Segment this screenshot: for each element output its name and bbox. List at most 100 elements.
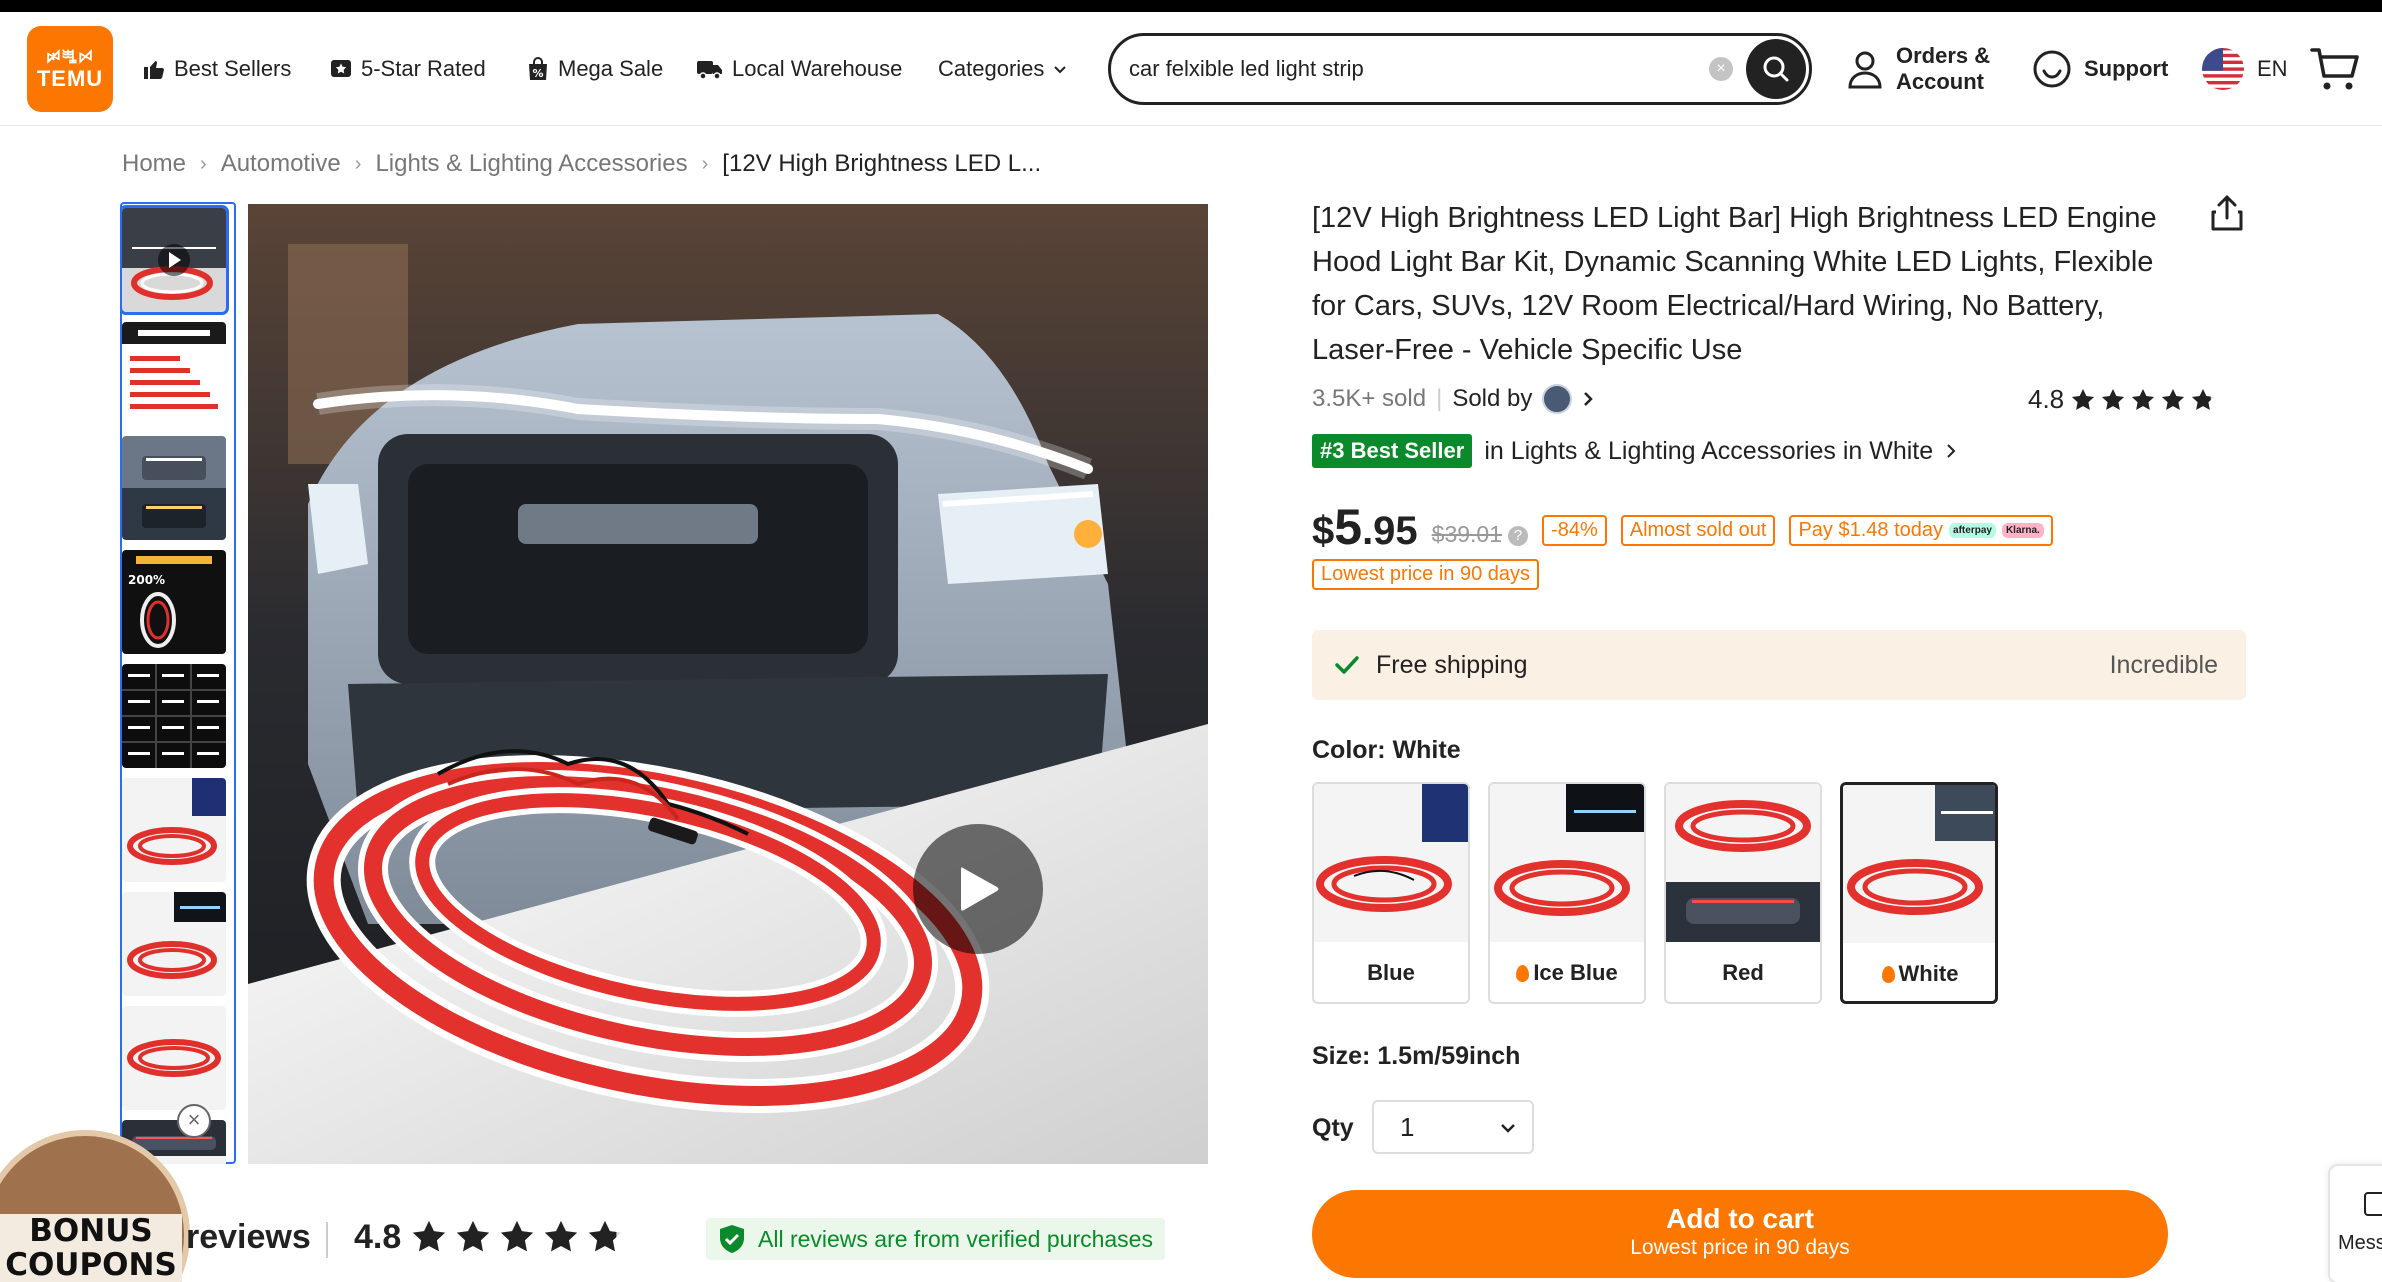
language-selector[interactable]: EN	[2201, 12, 2288, 126]
reviews-score: 4.8	[354, 1218, 402, 1256]
thumbnail-image	[122, 778, 226, 882]
star-icon	[2162, 388, 2185, 410]
star-icon	[2102, 388, 2125, 410]
color-label-prefix: Color:	[1312, 736, 1386, 764]
main-product-image[interactable]	[248, 204, 1208, 1164]
color-option-ice-blue[interactable]: Ice Blue	[1488, 782, 1646, 1004]
original-price: $39.01	[1431, 521, 1503, 547]
thumbnail-color-ice-blue[interactable]	[122, 892, 226, 996]
thumbnail-brightness[interactable]: 200%	[122, 550, 226, 654]
color-name-red: Red	[1722, 960, 1764, 985]
best-seller-row[interactable]: #3 Best Seller in Lights & Lighting Acce…	[1312, 434, 1957, 468]
best-seller-badge: #3 Best Seller	[1312, 434, 1473, 468]
star-icon	[500, 1220, 534, 1252]
shopping-bag-percent-icon: %	[529, 57, 547, 80]
add-to-cart-sublabel: Lowest price in 90 days	[1630, 1236, 1850, 1259]
orders-account[interactable]: Orders & Account	[1846, 12, 1990, 126]
account-label: Account	[1896, 69, 1984, 94]
thumbnail-image	[122, 322, 226, 426]
cart-button[interactable]	[2310, 12, 2360, 126]
current-price: $5.95	[1312, 502, 1418, 554]
verified-text: All reviews are from verified purchases	[758, 1225, 1153, 1252]
quantity-select[interactable]: 1	[1372, 1100, 1534, 1154]
size-value: 1.5m/59inch	[1377, 1042, 1521, 1070]
price-cents: .95	[1362, 509, 1418, 553]
swatch-image	[1314, 784, 1468, 942]
color-name-ice-blue: Ice Blue	[1533, 960, 1618, 985]
chevron-right-icon[interactable]	[1582, 390, 1594, 408]
discount-text: -84%	[1551, 519, 1598, 541]
breadcrumb-automotive[interactable]: Automotive	[221, 150, 341, 178]
discount-tag: -84%	[1542, 515, 1607, 546]
product-rating[interactable]: 4.8	[2028, 384, 2216, 415]
price-whole: 5	[1334, 499, 1363, 555]
color-option-label: Red	[1666, 942, 1820, 1002]
pay-later-tag[interactable]: Pay $1.48 today afterpay Klarna.	[1789, 515, 2053, 546]
thumbnail-video[interactable]	[120, 205, 229, 315]
user-icon	[1848, 51, 1882, 89]
star-icon	[412, 1220, 446, 1252]
thumbnail-image	[122, 1006, 226, 1110]
rating-value: 4.8	[2028, 384, 2065, 414]
messages-tab[interactable]: Mess	[2328, 1164, 2382, 1282]
price-info-icon[interactable]: ?	[1508, 526, 1529, 546]
thumbnail-list: 200%	[120, 202, 236, 1164]
sold-by-label[interactable]: Sold by	[1452, 385, 1532, 413]
pay-today-text: Pay $1.48 today	[1798, 519, 1944, 541]
seller-avatar[interactable]	[1542, 384, 1573, 414]
nav-local-warehouse[interactable]: Local Warehouse	[696, 12, 902, 126]
chevron-right-icon	[1947, 444, 1956, 458]
nav-best-sellers-label: Best Sellers	[174, 56, 292, 81]
star-icon	[456, 1220, 490, 1252]
nav-five-star[interactable]: 5-Star Rated	[329, 12, 486, 126]
thumbnail-strip[interactable]	[122, 1006, 226, 1110]
color-selected-value: White	[1392, 736, 1461, 764]
thumbnail-color-blue[interactable]	[122, 778, 226, 882]
breadcrumb-lights[interactable]: Lights & Lighting Accessories	[375, 150, 687, 178]
nav-mega-sale[interactable]: % Mega Sale	[526, 12, 663, 126]
thumbnail-collage[interactable]	[122, 664, 226, 768]
price-currency: $	[1312, 509, 1335, 553]
share-button[interactable]	[2210, 194, 2244, 237]
close-coupon-icon[interactable]: ×	[177, 1104, 211, 1138]
lowest-price-tag: Lowest price in 90 days	[1312, 559, 1540, 590]
temu-logo[interactable]: ꗰꗀꗯ TEMU	[27, 26, 113, 112]
support-chat-icon	[2033, 50, 2071, 88]
nav-categories[interactable]: Categories	[938, 12, 1068, 126]
shipping-promo-text: Incredible	[2109, 651, 2218, 679]
best-seller-text: in Lights & Lighting Accessories in Whit…	[1484, 436, 1934, 465]
color-option-label: Ice Blue	[1490, 942, 1644, 1002]
logo-wordmark: TEMU	[36, 66, 104, 91]
rating-stars	[2070, 387, 2216, 413]
thumbnail-image	[122, 208, 226, 312]
add-to-cart-button[interactable]: Add to cart Lowest price in 90 days	[1312, 1190, 2168, 1278]
orders-label: Orders &	[1896, 43, 1991, 68]
search-button[interactable]	[1746, 39, 1806, 99]
sold-count: 3.5K+ sold	[1312, 385, 1427, 412]
support-link[interactable]: Support	[2032, 12, 2168, 126]
thumbnail-image	[122, 436, 226, 540]
color-option-blue[interactable]: Blue	[1312, 782, 1470, 1004]
thumbnail-trucks[interactable]	[122, 436, 226, 540]
search-input[interactable]: car felxible led light strip	[1129, 36, 1364, 102]
color-option-white[interactable]: White	[1840, 782, 1998, 1004]
bonus-line1: BONUS	[29, 1213, 153, 1249]
klarna-logo: Klarna.	[2001, 523, 2044, 538]
swatch-image	[1843, 785, 1995, 943]
clear-search-icon[interactable]: ×	[1709, 57, 1733, 81]
almost-sold-out-tag: Almost sold out	[1620, 515, 1776, 546]
shopping-cart-icon	[2310, 48, 2359, 90]
product-meta: 3.5K+ sold | Sold by	[1312, 384, 1594, 414]
thumbnail-product-details[interactable]	[122, 322, 226, 426]
svg-text:%: %	[532, 67, 543, 80]
breadcrumb-home[interactable]: Home	[122, 150, 186, 178]
thumbnail-image: 200%	[122, 550, 226, 654]
reviews-stars	[410, 1218, 624, 1256]
play-video-button[interactable]	[913, 824, 1043, 954]
color-option-red[interactable]: Red	[1664, 782, 1822, 1004]
nav-local-warehouse-label: Local Warehouse	[732, 56, 903, 81]
free-shipping-banner[interactable]: Free shipping Incredible	[1312, 630, 2246, 700]
nav-mega-sale-label: Mega Sale	[558, 56, 664, 81]
nav-best-sellers[interactable]: Best Sellers	[142, 12, 291, 126]
star-icon	[2192, 388, 2215, 410]
